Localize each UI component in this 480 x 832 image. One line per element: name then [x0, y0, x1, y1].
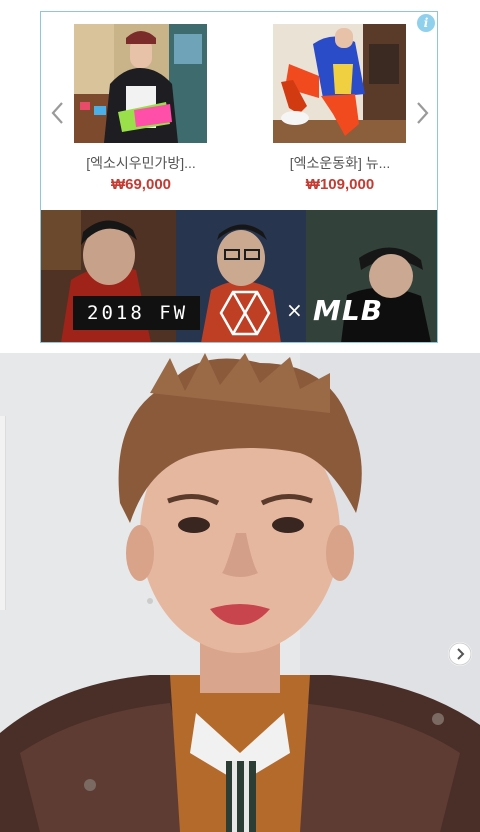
product-card-sneakers[interactable]: [엑소운동화] 뉴... ₩109,000: [273, 24, 407, 193]
product-price: ₩69,000: [110, 176, 172, 193]
post-photo[interactable]: [0, 353, 480, 832]
banner-year-text: 2018 FW: [73, 296, 201, 330]
product-image-bag[interactable]: [74, 24, 207, 143]
collab-banner[interactable]: 2018 FW × MLB: [41, 210, 437, 342]
photo-next-chevron-icon[interactable]: [448, 642, 472, 666]
shopping-ad-carousel: i [엑소시우민가방]... ₩69,000 [엑소운동화] 뉴... ₩109…: [40, 11, 438, 343]
product-image-sneakers[interactable]: [273, 24, 406, 143]
banner-separator: ×: [286, 298, 303, 322]
ad-info-icon[interactable]: i: [417, 14, 435, 32]
product-name: [엑소시우민가방]...: [86, 155, 196, 171]
carousel-next-arrow-icon[interactable]: [411, 100, 433, 126]
group-logo-icon: [219, 290, 271, 336]
product-price: ₩109,000: [305, 176, 375, 193]
product-name: [엑소운동화] 뉴...: [289, 155, 391, 171]
banner-brand-text: MLB: [313, 294, 384, 327]
carousel-prev-arrow-icon[interactable]: [47, 100, 69, 126]
product-card-bag[interactable]: [엑소시우민가방]... ₩69,000: [74, 24, 208, 193]
scroll-handle[interactable]: [0, 416, 6, 610]
